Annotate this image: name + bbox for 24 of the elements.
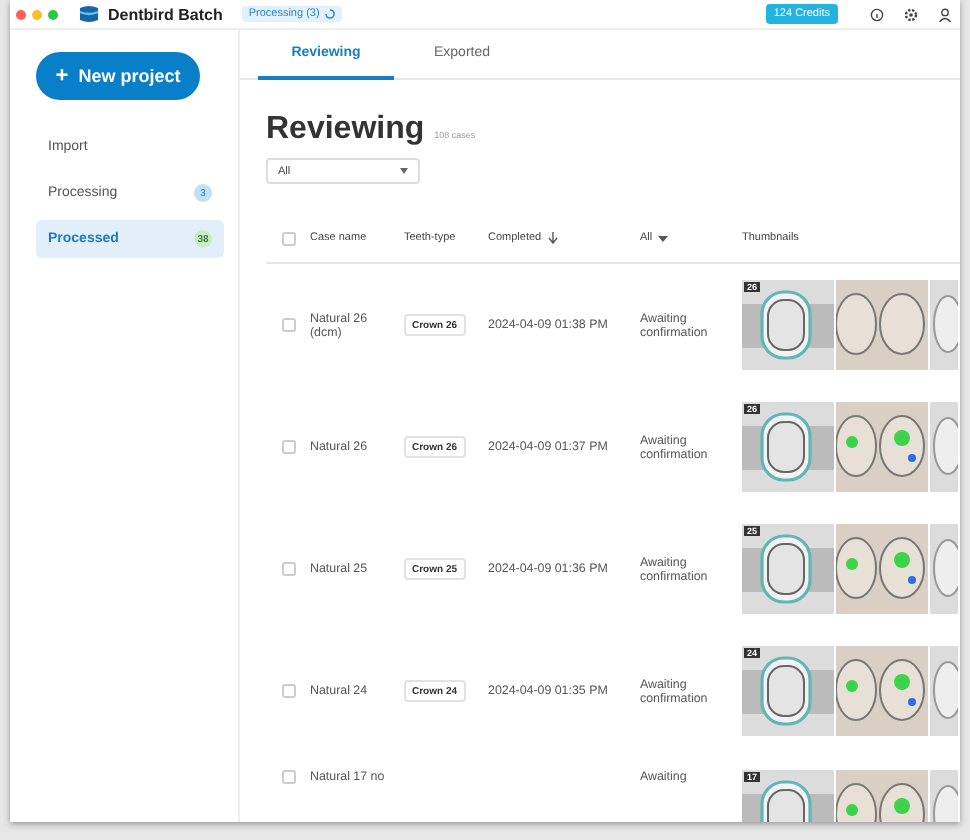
caret-icon[interactable] xyxy=(658,235,669,241)
caret-icon xyxy=(400,168,408,174)
row-checkbox[interactable] xyxy=(281,684,295,698)
row-checkbox[interactable] xyxy=(281,562,295,576)
thumbnail-image xyxy=(742,280,834,370)
thumbnail-image xyxy=(742,402,834,492)
new-project-button[interactable]: + New project xyxy=(36,52,200,100)
row-checkbox[interactable] xyxy=(281,440,295,454)
spinner-icon xyxy=(323,8,336,20)
row-checkbox[interactable] xyxy=(281,318,295,332)
app-name: Dentbird Batch xyxy=(108,5,223,23)
sort-arrow-icon[interactable] xyxy=(547,232,558,244)
maximize-icon[interactable] xyxy=(48,9,58,19)
row-checkbox[interactable] xyxy=(281,770,295,784)
user-icon[interactable] xyxy=(938,7,952,21)
close-icon[interactable] xyxy=(16,9,26,19)
thumbnail-image xyxy=(742,524,834,614)
page-heading: Reviewing xyxy=(266,112,425,148)
settings-icon[interactable] xyxy=(904,7,918,21)
select-all-checkbox[interactable] xyxy=(281,231,295,245)
info-icon[interactable] xyxy=(870,7,884,21)
minimize-icon[interactable] xyxy=(32,9,42,19)
app-logo-icon xyxy=(78,4,100,24)
thumbnail-image xyxy=(742,646,834,736)
